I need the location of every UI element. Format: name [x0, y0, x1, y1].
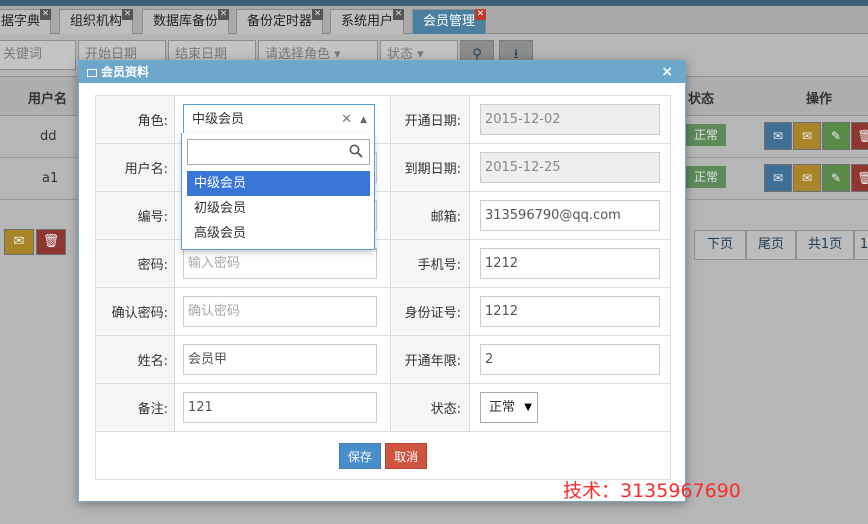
tab-label: 数据库备份	[153, 14, 219, 29]
message-button[interactable]: ✉	[793, 122, 821, 150]
open-date-cell: 2015-12-02	[468, 95, 672, 144]
caret-up-icon: ▲	[360, 115, 368, 125]
confirm-password-field[interactable]: 确认密码	[183, 296, 378, 327]
cell-username: a1	[42, 171, 59, 186]
mail-button[interactable]: ✉	[764, 122, 792, 150]
confirm-password-cell: 确认密码	[174, 287, 391, 336]
cell-username: dd	[40, 129, 57, 144]
phone-field[interactable]: 1212	[479, 248, 660, 279]
edit-button[interactable]: ✎	[822, 164, 850, 192]
role-label: 角色:	[94, 95, 176, 144]
role-select[interactable]: 中级会员 ✕ ▲	[183, 104, 376, 135]
header-operations: 操作	[806, 92, 833, 107]
status-label: 状态:	[389, 383, 470, 432]
role-value: 中级会员	[192, 112, 245, 127]
confirm-password-label: 确认密码:	[94, 287, 176, 336]
email-cell: 313596790@qq.com	[468, 191, 672, 240]
status-cell: 正常 ▼	[468, 383, 672, 432]
watermark-text: 技术：3135967690	[563, 480, 741, 502]
name-field[interactable]: 会员甲	[183, 344, 378, 375]
open-date-label: 开通日期:	[389, 95, 470, 144]
close-icon[interactable]: ×	[661, 61, 673, 83]
tab-backup-timer[interactable]: 备份定时器 ✕	[236, 9, 324, 34]
expire-date-label: 到期日期:	[389, 143, 470, 192]
name-cell: 会员甲	[174, 335, 391, 384]
remark-label: 备注:	[94, 383, 176, 432]
cancel-button[interactable]: 取消	[385, 442, 428, 469]
batch-delete-button[interactable]: 🗑	[36, 229, 66, 255]
email-label: 邮箱:	[389, 191, 470, 240]
years-label: 开通年限:	[389, 335, 470, 384]
expire-date-field[interactable]: 2015-12-25	[479, 152, 660, 183]
tab-system-users[interactable]: 系统用户 ✕	[330, 9, 405, 34]
pager-total: 共1页	[796, 230, 854, 260]
role-option[interactable]: 高级会员	[187, 221, 370, 246]
role-dropdown: 中级会员 初级会员 高级会员	[181, 133, 375, 250]
message-button[interactable]: ✉	[793, 164, 821, 192]
tab-label: 据字典	[1, 14, 41, 29]
delete-button[interactable]: 🗑	[851, 164, 868, 192]
idcard-label: 身份证号:	[389, 287, 470, 336]
edit-button[interactable]: ✎	[822, 122, 850, 150]
phone-label: 手机号:	[389, 239, 470, 288]
save-button[interactable]: 保存	[338, 442, 381, 469]
role-search-input[interactable]	[187, 139, 370, 165]
header-status: 状态	[688, 92, 715, 107]
tab-label: 组织机构	[70, 14, 123, 29]
tab-label: 系统用户	[341, 14, 394, 29]
close-icon[interactable]: ✕	[393, 9, 405, 20]
remark-field[interactable]: 121	[183, 392, 378, 423]
caret-down-icon: ▼	[524, 402, 532, 413]
close-icon[interactable]: ✕	[40, 9, 52, 20]
pager-page[interactable]: 1	[854, 230, 868, 260]
years-field[interactable]: 2	[479, 344, 660, 375]
phone-cell: 1212	[468, 239, 672, 288]
dialog-header: 会员资料 ×	[79, 61, 685, 83]
idcard-field[interactable]: 1212	[479, 296, 660, 327]
search-icon	[349, 144, 363, 158]
button-row: 保存 取消	[95, 431, 671, 480]
pager-last[interactable]: 尾页	[746, 230, 796, 260]
status-value: 正常	[488, 400, 515, 415]
email-field[interactable]: 313596790@qq.com	[479, 200, 660, 231]
idcard-cell: 1212	[468, 287, 672, 336]
status-select[interactable]: 正常 ▼	[479, 392, 538, 423]
tab-member-management[interactable]: 会员管理 ✕	[412, 9, 487, 34]
delete-button[interactable]: 🗑	[851, 122, 868, 150]
clear-icon[interactable]: ✕	[341, 105, 352, 134]
pager-next[interactable]: 下页	[694, 230, 746, 260]
tab-bar: 据字典 ✕ 组织机构 ✕ 数据库备份 ✕ 备份定时器 ✕ 系统用户 ✕ 会员管理…	[0, 6, 868, 34]
mail-button[interactable]: ✉	[764, 164, 792, 192]
password-label: 密码:	[94, 239, 176, 288]
close-icon[interactable]: ✕	[218, 9, 230, 20]
keyword-input[interactable]: 关键词	[0, 40, 76, 70]
number-label: 编号:	[94, 191, 176, 240]
role-option[interactable]: 中级会员	[187, 171, 370, 196]
tab-dictionary[interactable]: 据字典 ✕	[0, 9, 52, 34]
close-icon[interactable]: ✕	[475, 9, 487, 20]
tab-label: 备份定时器	[247, 14, 313, 29]
header-username: 用户名	[28, 92, 68, 107]
years-cell: 2	[468, 335, 672, 384]
open-date-field[interactable]: 2015-12-02	[479, 104, 660, 135]
close-icon[interactable]: ✕	[122, 9, 134, 20]
batch-mail-button[interactable]: ✉	[4, 229, 34, 255]
dialog-title: 会员资料	[101, 65, 150, 79]
tab-organization[interactable]: 组织机构 ✕	[59, 9, 134, 34]
member-dialog: 会员资料 × 角色: 中级会员 ✕ ▲ 开通日期: 2015-12-02 用户名…	[78, 60, 686, 502]
close-icon[interactable]: ✕	[312, 9, 324, 20]
tab-label: 会员管理	[423, 14, 476, 29]
name-label: 姓名:	[94, 335, 176, 384]
status-badge: 正常	[686, 166, 726, 188]
tab-db-backup[interactable]: 数据库备份 ✕	[142, 9, 230, 34]
remark-cell: 121	[174, 383, 391, 432]
expire-date-cell: 2015-12-25	[468, 143, 672, 192]
password-field[interactable]: 输入密码	[183, 248, 378, 279]
status-badge: 正常	[686, 124, 726, 146]
username-label: 用户名:	[94, 143, 176, 192]
role-option[interactable]: 初级会员	[187, 196, 370, 221]
window-icon	[87, 69, 97, 77]
